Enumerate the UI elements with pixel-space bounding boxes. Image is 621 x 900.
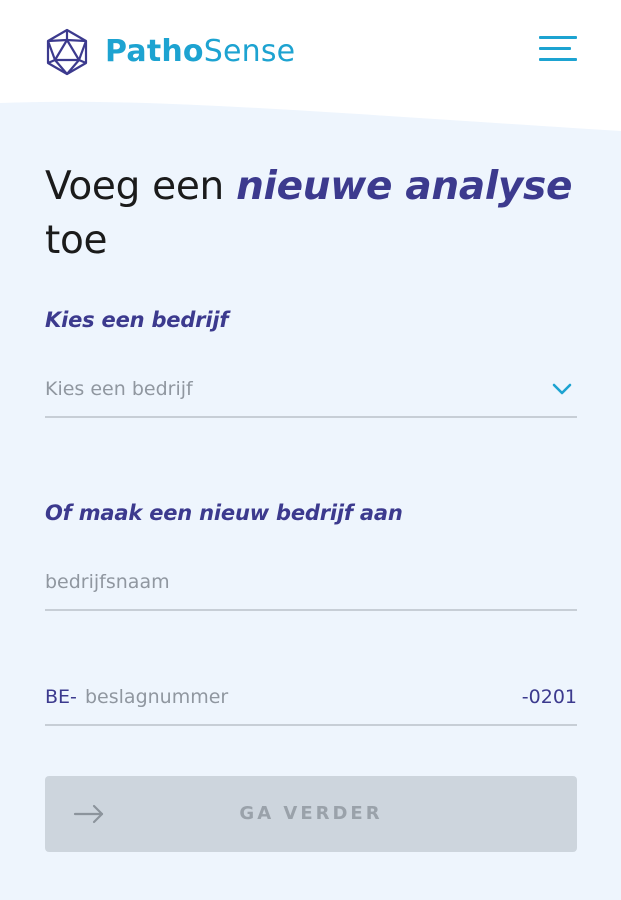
- new-company-label: Of maak een nieuw bedrijf aan: [45, 501, 403, 525]
- brand-name: PathoSense: [105, 28, 295, 76]
- page-title: Voeg een nieuwe analyse toe: [45, 160, 577, 268]
- seizure-number-field[interactable]: BE- -0201: [45, 674, 577, 726]
- page: PathoSense Voeg een nieuwe analyse toe Ki…: [0, 0, 621, 900]
- choose-company-label: Kies een bedrijf: [45, 308, 229, 332]
- header: PathoSense: [0, 0, 621, 110]
- title-accent: nieuwe analyse: [236, 164, 573, 209]
- brand-logo[interactable]: PathoSense: [45, 28, 295, 76]
- hamburger-menu-icon[interactable]: [539, 33, 577, 63]
- company-select[interactable]: Kies een bedrijf: [45, 366, 577, 418]
- brand-name-light: Sense: [203, 34, 296, 69]
- icosahedron-icon: [46, 28, 88, 76]
- title-line2: toe: [45, 218, 108, 263]
- continue-button-label: GA VERDER: [239, 803, 383, 824]
- seizure-number-input[interactable]: [85, 674, 485, 720]
- seizure-suffix: -0201: [521, 686, 577, 708]
- company-name-field[interactable]: [45, 559, 577, 611]
- continue-button[interactable]: GA VERDER: [45, 776, 577, 852]
- company-name-input[interactable]: [45, 559, 577, 605]
- seizure-prefix: BE-: [45, 686, 77, 708]
- title-plain: Voeg een: [45, 164, 237, 209]
- company-select-placeholder: Kies een bedrijf: [45, 378, 193, 400]
- add-analysis-form: Voeg een nieuwe analyse toe Kies een bedr…: [45, 160, 577, 852]
- brand-name-bold: Patho: [105, 34, 204, 69]
- chevron-down-icon: [552, 383, 572, 395]
